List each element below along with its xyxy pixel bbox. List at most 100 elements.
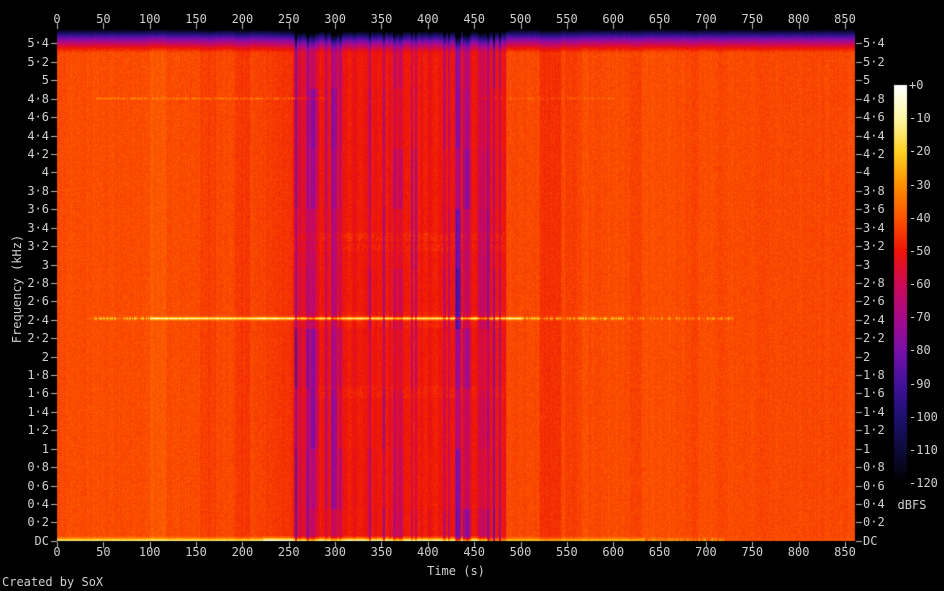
y-axis-tick-label-left: 1·6	[0, 386, 49, 400]
x-axis-tick-label-top: 700	[695, 12, 717, 26]
spectrogram-canvas	[0, 0, 944, 591]
x-axis-title: Time (s)	[427, 564, 485, 578]
y-axis-tick-label-right: 0·8	[863, 460, 885, 474]
x-axis-tick-label-bottom: 400	[417, 545, 439, 559]
colorbar-tick-label: -80	[909, 343, 931, 357]
colorbar-tick-label: -50	[909, 244, 931, 258]
y-axis-tick-label-left: 2	[0, 350, 49, 364]
colorbar-tick-label: -40	[909, 211, 931, 225]
x-axis-tick-label-top: 50	[96, 12, 110, 26]
x-axis-tick-label-bottom: 700	[695, 545, 717, 559]
x-axis-tick-label-bottom: 450	[463, 545, 485, 559]
x-axis-tick-label-bottom: 150	[185, 545, 207, 559]
y-axis-tick-label-left: 4·2	[0, 147, 49, 161]
y-axis-tick-label-right: 4·8	[863, 92, 885, 106]
y-axis-tick-label-left: 4·8	[0, 92, 49, 106]
y-axis-tick-label-left: 0·4	[0, 497, 49, 511]
y-axis-tick-label-right: 3·2	[863, 239, 885, 253]
y-axis-tick-label-right: 2·6	[863, 294, 885, 308]
x-axis-tick-label-top: 450	[463, 12, 485, 26]
x-axis-tick-label-bottom: 0	[53, 545, 60, 559]
x-axis-tick-label-bottom: 800	[788, 545, 810, 559]
y-axis-tick-label-left: 1·2	[0, 423, 49, 437]
y-axis-tick-label-right: 2·8	[863, 276, 885, 290]
y-axis-tick-label-right: 4	[863, 165, 870, 179]
y-axis-tick-label-right: 4·2	[863, 147, 885, 161]
colorbar-tick-label: -110	[909, 443, 938, 457]
colorbar-tick-label: -70	[909, 310, 931, 324]
colorbar-tick-label: +0	[909, 78, 923, 92]
y-axis-tick-label-left: 0·6	[0, 479, 49, 493]
y-axis-tick-label-left: 3·8	[0, 184, 49, 198]
y-axis-tick-label-left: 5·2	[0, 55, 49, 69]
x-axis-tick-label-top: 500	[510, 12, 532, 26]
x-axis-tick-label-top: 300	[324, 12, 346, 26]
y-axis-tick-label-right: DC	[863, 534, 877, 548]
y-axis-tick-label-left: 3·2	[0, 239, 49, 253]
y-axis-tick-label-left: 4·4	[0, 129, 49, 143]
y-axis-tick-label-right: 4·6	[863, 110, 885, 124]
x-axis-tick-label-bottom: 750	[741, 545, 763, 559]
y-axis-tick-label-left: 5	[0, 73, 49, 87]
x-axis-tick-label-top: 150	[185, 12, 207, 26]
colorbar-tick-label: -90	[909, 377, 931, 391]
y-axis-tick-label-left: 5·4	[0, 36, 49, 50]
y-axis-tick-label-right: 0·4	[863, 497, 885, 511]
x-axis-tick-label-bottom: 350	[371, 545, 393, 559]
y-axis-tick-label-left: 2·4	[0, 313, 49, 327]
y-axis-tick-label-right: 1·2	[863, 423, 885, 437]
x-axis-tick-label-top: 650	[649, 12, 671, 26]
y-axis-tick-label-left: 4·6	[0, 110, 49, 124]
x-axis-tick-label-top: 800	[788, 12, 810, 26]
y-axis-tick-label-right: 0·2	[863, 515, 885, 529]
sox-spectrogram-window: 0 0 50 50 100 100 150 150 200 200 250 250 300 300 350 3…	[0, 0, 944, 591]
y-axis-tick-label-left: 3·6	[0, 202, 49, 216]
y-axis-tick-label-left: 1·4	[0, 405, 49, 419]
y-axis-tick-label-left: 0·2	[0, 515, 49, 529]
x-axis-tick-label-bottom: 300	[324, 545, 346, 559]
x-axis-tick-label-bottom: 650	[649, 545, 671, 559]
y-axis-tick-label-right: 5	[863, 73, 870, 87]
x-axis-tick-label-top: 350	[371, 12, 393, 26]
x-axis-tick-label-bottom: 100	[139, 545, 161, 559]
x-axis-tick-label-bottom: 200	[232, 545, 254, 559]
y-axis-tick-label-right: 3·8	[863, 184, 885, 198]
y-axis-tick-label-left: 2·6	[0, 294, 49, 308]
y-axis-tick-label-left: 4	[0, 165, 49, 179]
y-axis-tick-label-right: 1·6	[863, 386, 885, 400]
x-axis-tick-label-bottom: 50	[96, 545, 110, 559]
colorbar-tick-label: -120	[909, 476, 938, 490]
x-axis-tick-label-bottom: 600	[602, 545, 624, 559]
x-axis-tick-label-top: 850	[834, 12, 856, 26]
y-axis-tick-label-left: 0·8	[0, 460, 49, 474]
x-axis-tick-label-top: 400	[417, 12, 439, 26]
colorbar-tick-label: -30	[909, 178, 931, 192]
y-axis-tick-label-right: 5·4	[863, 36, 885, 50]
credit-text: Created by SoX	[2, 575, 103, 589]
colorbar-tick-label: -10	[909, 111, 931, 125]
y-axis-title: Frequency (kHz)	[10, 235, 24, 343]
x-axis-tick-label-bottom: 500	[510, 545, 532, 559]
y-axis-tick-label-right: 3·4	[863, 221, 885, 235]
y-axis-tick-label-left: 2·2	[0, 331, 49, 345]
x-axis-tick-label-top: 100	[139, 12, 161, 26]
x-axis-tick-label-top: 550	[556, 12, 578, 26]
x-axis-tick-label-top: 250	[278, 12, 300, 26]
y-axis-tick-label-right: 1	[863, 442, 870, 456]
y-axis-tick-label-right: 2·2	[863, 331, 885, 345]
colorbar-tick-label: -60	[909, 277, 931, 291]
x-axis-tick-label-top: 600	[602, 12, 624, 26]
y-axis-tick-label-right: 3·6	[863, 202, 885, 216]
y-axis-tick-label-right: 5·2	[863, 55, 885, 69]
x-axis-tick-label-top: 750	[741, 12, 763, 26]
y-axis-tick-label-right: 1·4	[863, 405, 885, 419]
y-axis-tick-label-left: 1	[0, 442, 49, 456]
y-axis-tick-label-left: 2·8	[0, 276, 49, 290]
x-axis-tick-label-bottom: 550	[556, 545, 578, 559]
y-axis-tick-label-right: 3	[863, 258, 870, 272]
x-axis-tick-label-top: 0	[53, 12, 60, 26]
y-axis-tick-label-right: 4·4	[863, 129, 885, 143]
colorbar-tick-label: -100	[909, 410, 938, 424]
x-axis-tick-label-bottom: 850	[834, 545, 856, 559]
y-axis-tick-label-left: 3	[0, 258, 49, 272]
